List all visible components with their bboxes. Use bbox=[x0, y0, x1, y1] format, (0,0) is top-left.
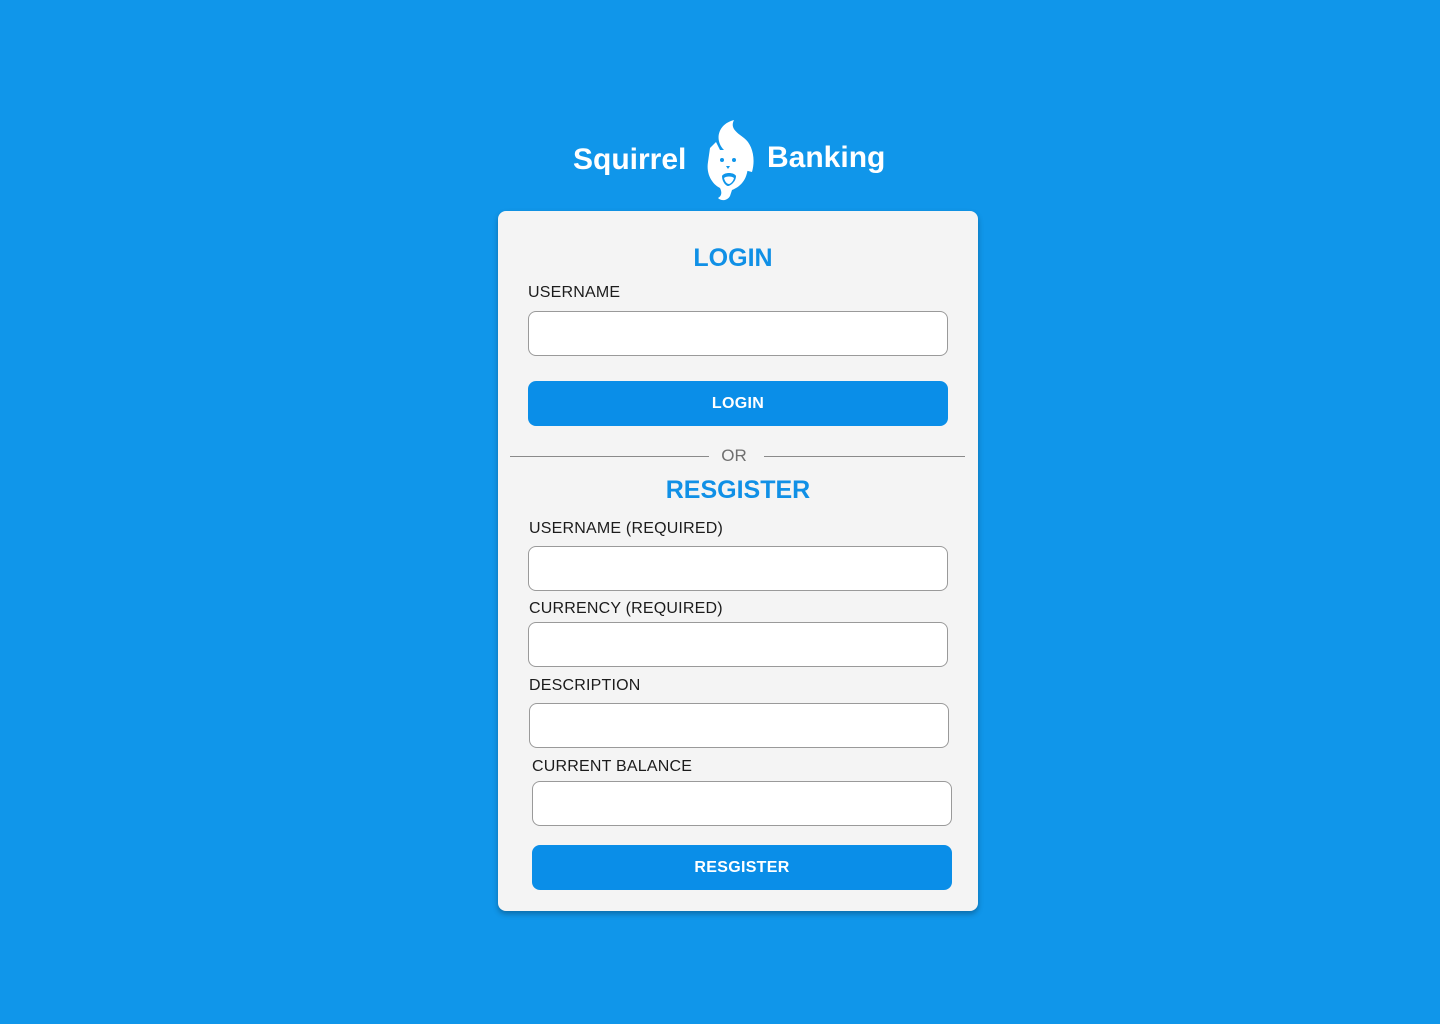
register-username-label: USERNAME (REQUIRED) bbox=[529, 520, 724, 537]
divider-line-left bbox=[510, 456, 709, 457]
register-username-input[interactable] bbox=[528, 546, 948, 591]
or-divider-text: OR bbox=[721, 446, 747, 465]
register-balance-label: CURRENT BALANCE bbox=[532, 758, 693, 775]
divider-line-right bbox=[764, 456, 965, 457]
register-title: RESGISTER bbox=[665, 476, 811, 504]
auth-card: LOGIN USERNAME LOGIN OR RESGISTER USERNA… bbox=[498, 211, 978, 911]
login-username-label: USERNAME bbox=[528, 284, 621, 301]
login-title: LOGIN bbox=[693, 244, 773, 272]
brand-header: Squirrel Banking bbox=[0, 118, 1440, 202]
register-currency-label: CURRENCY (REQUIRED) bbox=[529, 600, 723, 617]
brand-name-left: Squirrel bbox=[573, 143, 687, 176]
register-description-input[interactable] bbox=[529, 703, 949, 748]
register-button[interactable]: RESGISTER bbox=[532, 845, 952, 890]
login-username-input[interactable] bbox=[528, 311, 948, 356]
register-currency-input[interactable] bbox=[528, 622, 948, 667]
register-balance-input[interactable] bbox=[532, 781, 952, 826]
brand-name-right: Banking bbox=[767, 141, 886, 174]
squirrel-icon bbox=[707, 120, 754, 201]
register-description-label: DESCRIPTION bbox=[529, 677, 641, 694]
login-button[interactable]: LOGIN bbox=[528, 381, 948, 426]
